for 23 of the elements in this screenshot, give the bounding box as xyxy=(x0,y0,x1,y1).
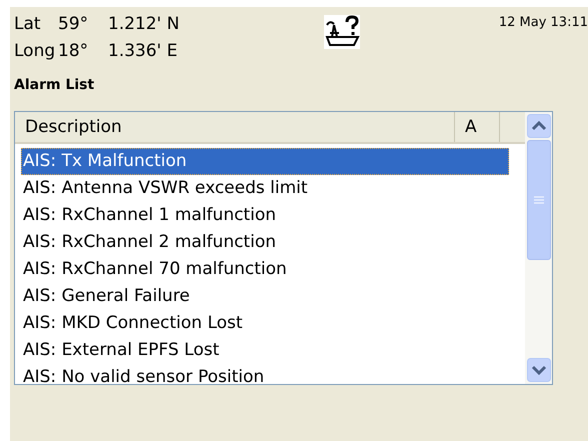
alarm-row[interactable]: AIS: MKD Connection Lost xyxy=(21,310,509,338)
alarm-row[interactable]: AIS: RxChannel 1 malfunction xyxy=(21,202,509,230)
alarm-row[interactable]: AIS: RxChannel 2 malfunction xyxy=(21,229,509,256)
latitude-degrees: 59° xyxy=(58,13,90,36)
scroll-up-button[interactable] xyxy=(526,114,550,138)
longitude-degrees: 18° xyxy=(58,40,90,63)
scrollbar-thumb[interactable] xyxy=(526,140,550,260)
latitude-minutes: 1.212' N xyxy=(108,13,180,36)
longitude-label: Long xyxy=(14,40,56,63)
alarm-row[interactable]: AIS: Antenna VSWR exceeds limit xyxy=(21,175,509,202)
alarm-row[interactable]: AIS: Tx Malfunction xyxy=(21,148,509,176)
date-time: 12 May 13:11 xyxy=(498,14,588,30)
scroll-down-button[interactable] xyxy=(526,358,550,382)
ship-question-icon[interactable] xyxy=(324,15,360,49)
longitude-minutes: 1.336' E xyxy=(108,40,178,63)
latitude-label: Lat xyxy=(14,13,42,36)
alarm-row[interactable]: AIS: RxChannel 70 malfunction xyxy=(21,256,509,284)
alarm-list-title: Alarm List xyxy=(14,77,96,95)
alarm-row[interactable]: AIS: No valid sensor Position xyxy=(21,364,509,384)
alarm-row[interactable]: AIS: External EPFS Lost xyxy=(21,337,509,364)
alarm-row[interactable]: AIS: General Failure xyxy=(21,283,509,310)
column-header[interactable]: A xyxy=(455,112,500,142)
column-header[interactable]: Description xyxy=(15,112,455,142)
